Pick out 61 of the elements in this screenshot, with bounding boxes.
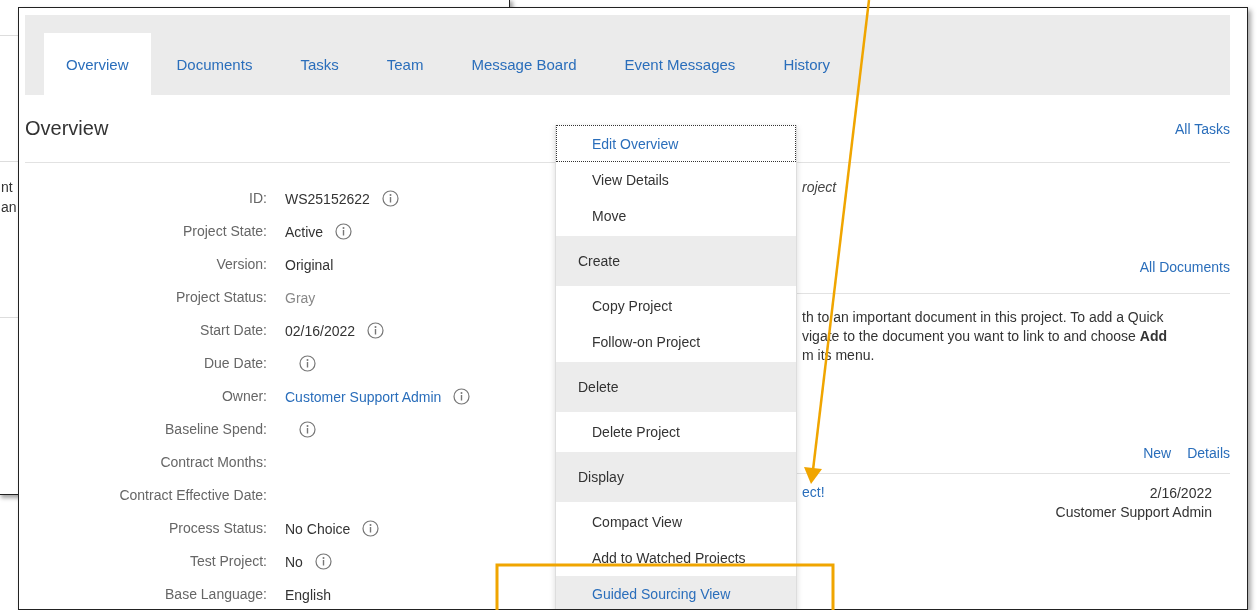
field-value: English [285,586,331,603]
menu-item[interactable]: Delete Project [556,414,796,450]
menu-item[interactable]: Follow-on Project [556,324,796,360]
field-label: Version: [215,255,267,274]
menu-item[interactable]: Compact View [556,504,796,540]
menu-section-header: Display [556,452,796,502]
field-label: Baseline Spend: [164,420,267,439]
tab[interactable]: Documents [154,33,275,95]
info-icon[interactable] [453,388,471,405]
menu-item[interactable]: Add to Watched Projects [556,540,796,576]
text-fragment: an [0,198,17,217]
text-line: th to an important document in this project. To add a Quick [802,308,1165,327]
message-date: 2/16/2022 [1149,484,1212,503]
info-icon[interactable] [314,553,332,570]
header-link[interactable]: New [1143,445,1172,461]
message-author: Customer Support Admin [1055,503,1212,522]
field-label: Project Status: [174,288,267,307]
field-label: Due Date: [202,354,267,373]
tab[interactable]: Tasks [278,33,361,95]
info-icon[interactable] [367,322,385,339]
tab[interactable]: Team [364,33,446,95]
all-documents-link[interactable]: All Documents [1139,259,1230,275]
field-label: Contract Months: [159,453,267,472]
tab[interactable]: History [761,33,853,95]
info-icon[interactable] [381,190,399,207]
owner-link[interactable]: Customer Support Admin [285,388,442,405]
tab[interactable]: Message Board [449,33,599,95]
menu-section-header: Delete [556,362,796,412]
field-label: Base Language: [164,585,267,604]
field-label: ID: [248,189,267,208]
field-value: WS25152622 [285,190,370,207]
field-value: Original [285,256,334,273]
menu-section-header: Create [556,236,796,286]
text-fragment: roject [802,178,838,197]
tab[interactable]: Overview [44,33,151,95]
field-label: Contract Effective Date: [118,486,267,505]
info-icon[interactable] [362,520,380,537]
field-value: No Choice [285,520,351,537]
field-label: Project State: [181,222,267,241]
field-value: No [285,553,303,570]
menu-item[interactable]: View Details [556,162,796,198]
field-label: Start Date: [199,321,267,340]
menu-item[interactable]: Move [556,198,796,234]
text-fragment: nt [0,178,13,197]
info-icon[interactable] [299,355,316,372]
tab[interactable]: Event Messages [602,33,758,95]
field-label: Test Project: [188,552,267,571]
header-link[interactable]: Details [1187,445,1230,461]
menu-item[interactable]: Copy Project [556,288,796,324]
field-label: Owner: [220,387,267,406]
all-tasks-link[interactable]: All Tasks [1175,120,1230,137]
menu-item[interactable]: Guided Sourcing View [556,576,796,609]
field-value: Active [285,223,324,240]
field-value: Gray [285,289,316,306]
menu-item[interactable]: Edit Overview [556,125,796,162]
section-title: Overview [25,117,109,140]
info-icon[interactable] [335,223,353,240]
info-icon[interactable] [299,421,316,438]
field-value: 02/16/2022 [285,322,356,339]
field-label: Process Status: [167,519,267,538]
message-link[interactable]: ect! [802,484,825,522]
